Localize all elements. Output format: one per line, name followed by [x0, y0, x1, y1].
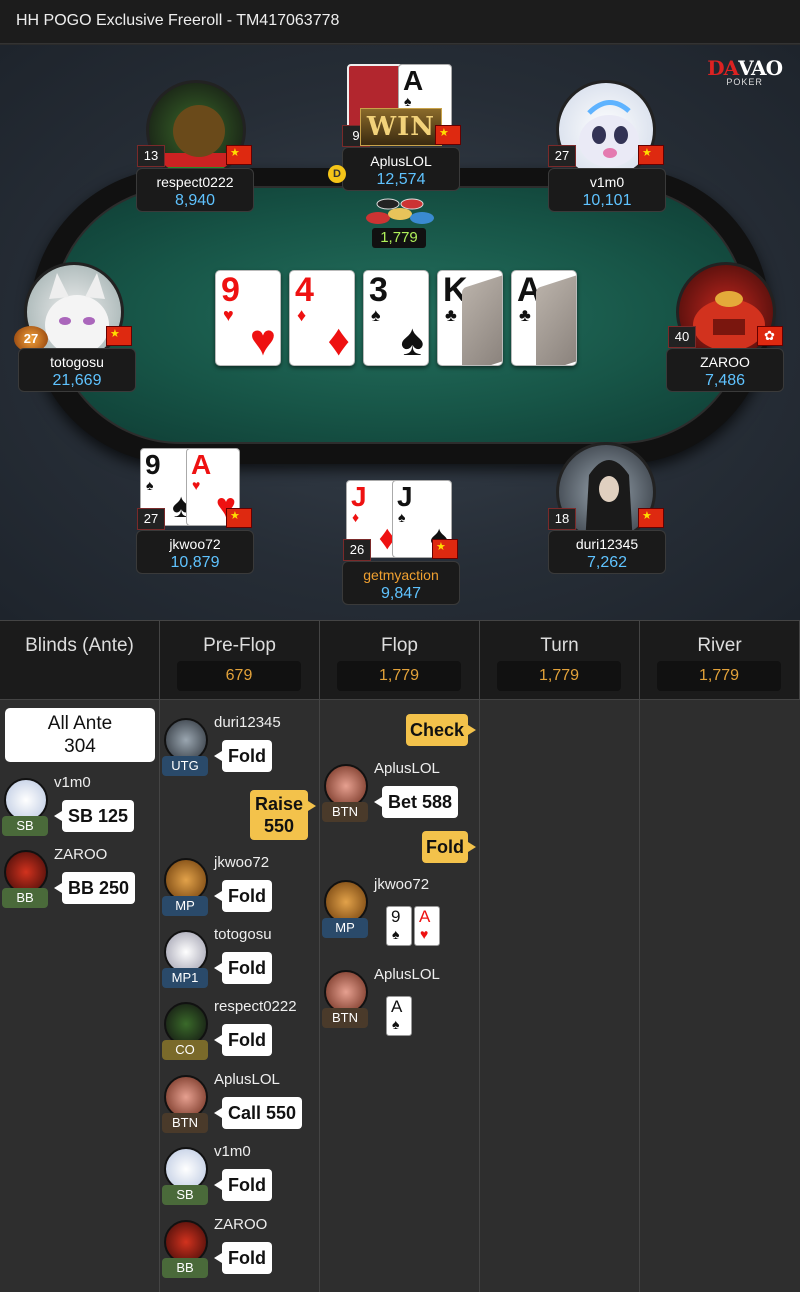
seat-plate-duri12345[interactable]: duri12345 7,262	[548, 530, 666, 574]
action-label: Fold	[214, 880, 272, 912]
flop-column: Check BTN AplusLOL Bet 588 Fold MP jkwoo…	[320, 700, 480, 1292]
davao-poker-logo: DAVAO POKER	[707, 56, 783, 87]
raise-badge: Raise 550	[250, 790, 316, 840]
list-item: SB v1m0 SB 125	[0, 774, 160, 848]
level-badge: 40	[668, 326, 696, 348]
tab-preflop[interactable]: Pre-Flop 679	[160, 621, 320, 701]
shown-card: 9 ♠	[386, 906, 412, 946]
seat-plate-respect0222[interactable]: respect0222 8,940	[136, 168, 254, 212]
street-pot: 1,779	[337, 661, 461, 691]
board-card-5: A ♣	[511, 270, 577, 366]
level-badge: 27	[137, 508, 165, 530]
list-item: UTG duri12345 Fold	[160, 714, 320, 788]
street-pot: 1,779	[657, 661, 781, 691]
action-label: Call 550	[213, 1097, 303, 1129]
list-item: MP jkwoo72 9 ♠ A ♥	[320, 876, 480, 950]
river-column	[640, 700, 800, 1292]
flag-icon	[106, 326, 132, 346]
board-card-1: 9 ♥ ♥	[215, 270, 281, 366]
list-item: BTN AplusLOL Call 550	[160, 1071, 320, 1145]
level-badge: 27	[548, 145, 576, 167]
win-badge: WIN	[360, 108, 442, 146]
turn-column	[480, 700, 640, 1292]
action-label: SB 125	[53, 800, 135, 832]
action-label: Bet 588	[373, 786, 459, 818]
flag-icon	[638, 508, 664, 528]
list-item: MP1 totogosu Fold	[160, 926, 320, 1000]
seat-plate-totogosu[interactable]: totogosu 21,669	[18, 348, 136, 392]
seat-plate-apluslol[interactable]: AplusLOL 12,574	[342, 147, 460, 191]
level-badge: 18	[548, 508, 576, 530]
flag-icon	[757, 326, 783, 346]
title-bar: HH POGO Exclusive Freeroll - TM417063778	[0, 0, 800, 44]
tab-river[interactable]: River 1,779	[640, 621, 800, 701]
action-label: Fold	[214, 952, 272, 984]
page-title: HH POGO Exclusive Freeroll - TM417063778	[16, 12, 340, 29]
action-label: Fold	[214, 740, 272, 772]
level-badge: 26	[343, 539, 371, 561]
action-label: BB 250	[53, 872, 136, 904]
board-card-3: 3 ♠ ♠	[363, 270, 429, 366]
action-label: Fold	[214, 1169, 272, 1201]
level-badge: 13	[137, 145, 165, 167]
card-peel	[536, 273, 576, 365]
action-label: Fold	[214, 1242, 272, 1274]
tab-blinds[interactable]: Blinds (Ante)	[0, 621, 160, 701]
action-log: All Ante 304 SB v1m0 SB 125 BB ZAROO BB …	[0, 700, 800, 1292]
street-header: Blinds (Ante) Pre-Flop 679 Flop 1,779 Turn…	[0, 620, 800, 701]
blinds-column: All Ante 304 SB v1m0 SB 125 BB ZAROO BB …	[0, 700, 160, 1292]
card-peel	[462, 273, 502, 365]
shown-card: A ♥	[414, 906, 440, 946]
tab-flop[interactable]: Flop 1,779	[320, 621, 480, 701]
shown-card: A ♠	[386, 996, 412, 1036]
all-ante-box: All Ante 304	[5, 708, 155, 762]
tab-turn[interactable]: Turn 1,779	[480, 621, 640, 701]
board-card-4: K ♣	[437, 270, 503, 366]
seat-plate-getmyaction[interactable]: getmyaction 9,847	[342, 561, 460, 605]
flag-icon	[432, 539, 458, 559]
dealer-button-icon: D	[328, 165, 346, 183]
list-item: BTN AplusLOL Bet 588	[320, 760, 480, 834]
chip-stack-icon	[362, 192, 438, 228]
seat-plate-v1m0[interactable]: v1m0 10,101	[548, 168, 666, 212]
flag-icon	[226, 145, 252, 165]
fold-badge: Fold	[422, 831, 476, 863]
check-badge: Check	[406, 714, 476, 746]
street-pot: 1,779	[497, 661, 621, 691]
list-item: BTN AplusLOL A ♠	[320, 966, 480, 1040]
seat-plate-jkwoo72[interactable]: jkwoo72 10,879	[136, 530, 254, 574]
pot-amount: 1,779	[372, 228, 426, 248]
list-item: CO respect0222 Fold	[160, 998, 320, 1072]
seat-plate-zaroo[interactable]: ZAROO 7,486	[666, 348, 784, 392]
street-pot: 679	[177, 661, 301, 691]
flag-icon	[226, 508, 252, 528]
flag-icon	[435, 125, 461, 145]
action-label: Fold	[214, 1024, 272, 1056]
flag-icon	[638, 145, 664, 165]
list-item: MP jkwoo72 Fold	[160, 854, 320, 928]
board-card-2: 4 ♦ ♦	[289, 270, 355, 366]
preflop-column: UTG duri12345 Fold Raise 550 MP jkwoo72 F…	[160, 700, 320, 1292]
list-item: BB ZAROO Fold	[160, 1216, 320, 1290]
list-item: BB ZAROO BB 250	[0, 846, 160, 920]
list-item: SB v1m0 Fold	[160, 1143, 320, 1217]
